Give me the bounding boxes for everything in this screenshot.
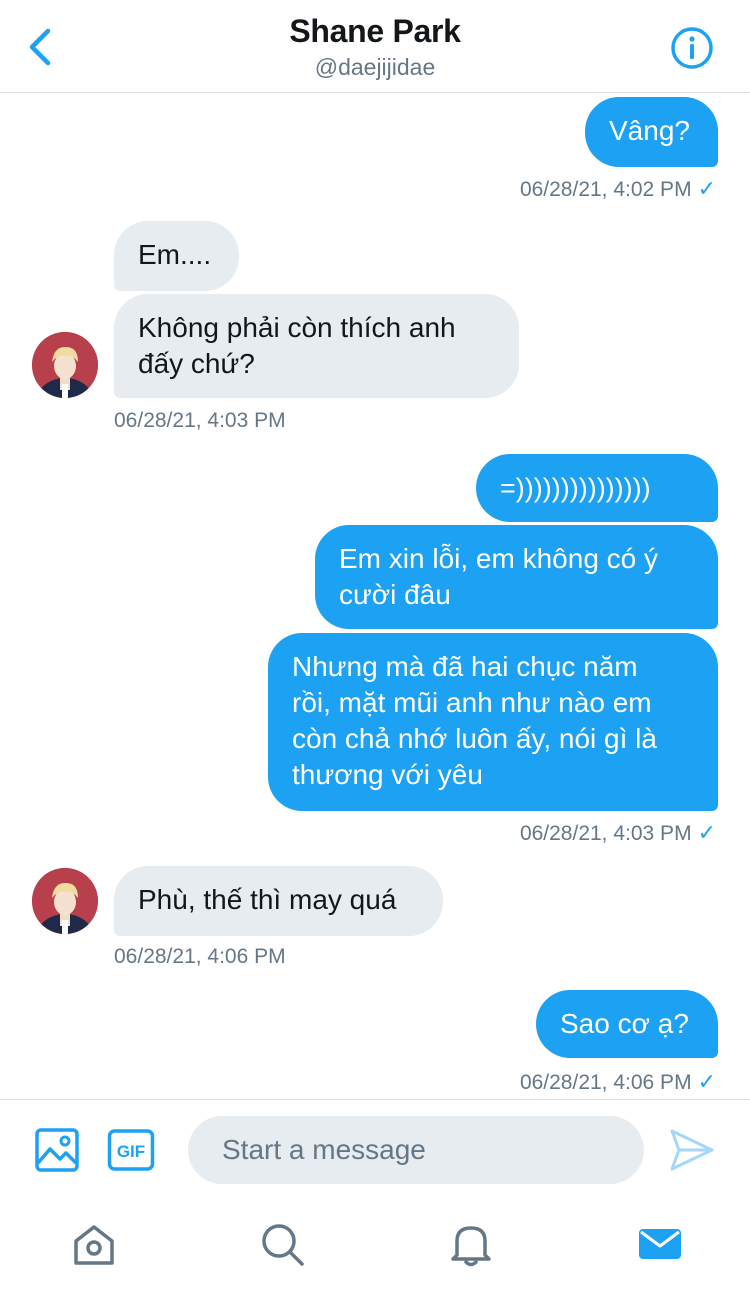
conversation-name[interactable]: Shane Park [0, 13, 750, 50]
send-icon [670, 1129, 714, 1171]
gif-label: GIF [117, 1142, 145, 1161]
avatar[interactable] [32, 868, 98, 934]
conversation-header: Shane Park @daejijidae [0, 0, 750, 93]
message-bubble-sent[interactable]: =))))))))))))))) [476, 454, 718, 522]
tab-search[interactable] [259, 1221, 305, 1267]
message-timestamp: 06/28/21, 4:03 PM [114, 409, 286, 432]
read-check-icon: ✓ [697, 1069, 716, 1094]
message-input[interactable] [188, 1116, 644, 1184]
search-icon [262, 1224, 304, 1266]
send-button[interactable] [668, 1127, 716, 1173]
avatar-image [32, 332, 98, 398]
message-bubble-received[interactable]: Em.... [114, 221, 239, 291]
add-gif-button[interactable]: GIF [107, 1127, 155, 1173]
tab-notifications[interactable] [448, 1221, 494, 1267]
message-timestamp: 06/28/21, 4:06 PM ✓ [520, 1069, 716, 1095]
home-icon [74, 1225, 114, 1265]
message-bubble-sent[interactable]: Em xin lỗi, em không có ý cười đâu [315, 525, 718, 629]
tab-messages[interactable] [636, 1221, 684, 1267]
tab-home[interactable] [71, 1221, 117, 1267]
message-timestamp: 06/28/21, 4:03 PM ✓ [520, 820, 716, 846]
read-check-icon: ✓ [697, 176, 716, 201]
timestamp-text: 06/28/21, 4:02 PM [519, 178, 692, 201]
tab-bar [0, 1199, 750, 1297]
mail-icon [639, 1229, 681, 1259]
message-timestamp: 06/28/21, 4:06 PM [114, 945, 286, 968]
info-button[interactable] [670, 26, 714, 70]
read-check-icon: ✓ [697, 820, 716, 845]
timestamp-text: 06/28/21, 4:03 PM [519, 822, 692, 845]
avatar-image [32, 868, 98, 934]
avatar[interactable] [32, 332, 98, 398]
message-bubble-received[interactable]: Không phải còn thích anh đấy chứ? [114, 294, 519, 398]
bell-icon [451, 1226, 491, 1267]
message-bubble-sent[interactable]: Sao cơ ạ? [536, 990, 718, 1058]
conversation-handle: @daejijidae [314, 54, 436, 80]
message-bubble-sent[interactable]: Nhưng mà đã hai chục năm rồi, mặt mũi an… [268, 633, 718, 811]
message-bubble-received[interactable]: Phù, thế thì may quá [114, 866, 443, 936]
info-icon [671, 27, 713, 69]
add-photo-button[interactable] [34, 1127, 80, 1173]
message-bubble-sent[interactable]: Vâng? [585, 97, 718, 167]
timestamp-text: 06/28/21, 4:06 PM [519, 1071, 692, 1094]
message-timestamp: 06/28/21, 4:02 PM ✓ [520, 176, 716, 202]
image-icon [35, 1128, 79, 1172]
gif-icon: GIF [107, 1129, 155, 1171]
message-composer: GIF [0, 1099, 750, 1200]
